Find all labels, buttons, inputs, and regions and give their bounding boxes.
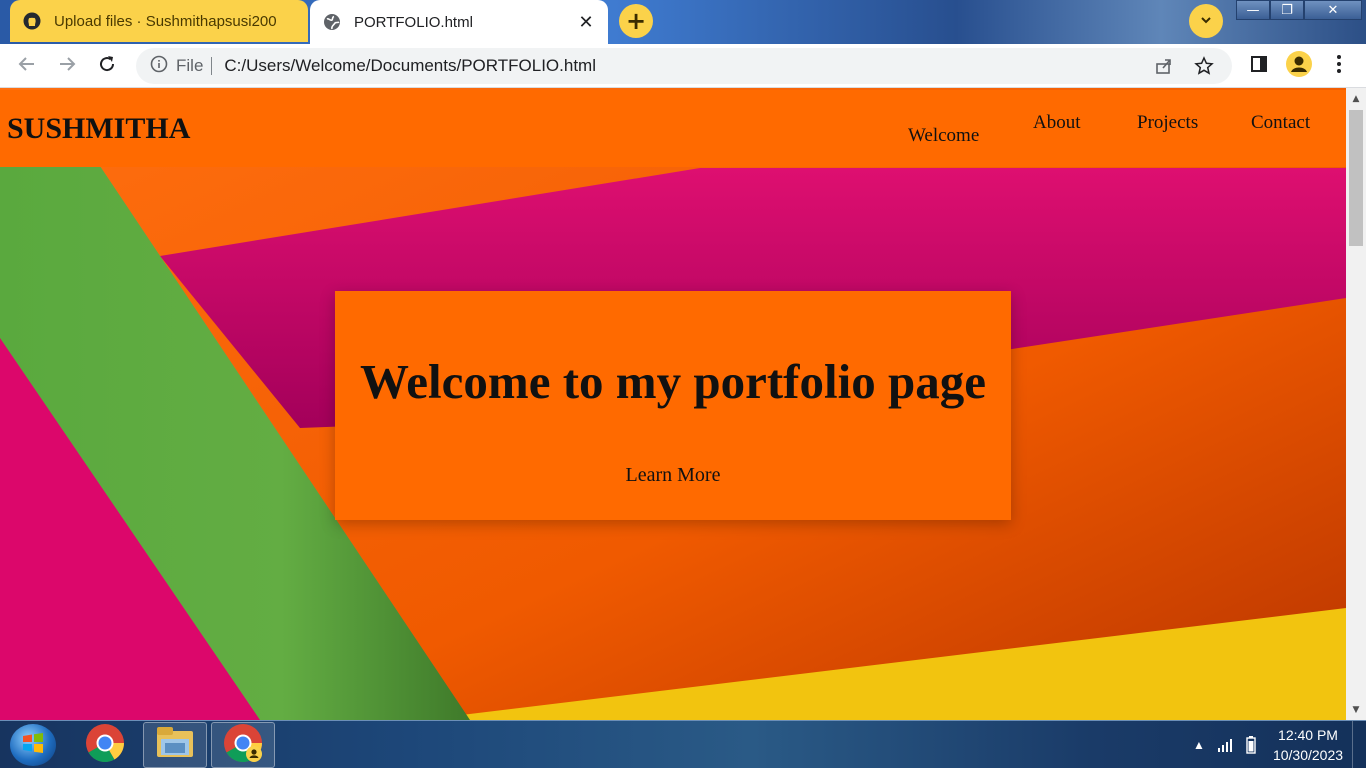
back-button[interactable] xyxy=(13,52,41,80)
address-separator xyxy=(211,57,213,75)
nav-link-projects[interactable]: Projects xyxy=(1137,112,1198,134)
clock-time: 12:40 PM xyxy=(1278,727,1338,743)
bookmark-star-icon[interactable] xyxy=(1190,52,1218,80)
side-panel-button[interactable] xyxy=(1245,52,1273,80)
hero-heading: Welcome to my portfolio page xyxy=(360,354,986,409)
site-info-chip[interactable]: File xyxy=(150,55,203,78)
page-viewport: SUSHMITHA Welcome About Projects Contact… xyxy=(0,88,1346,720)
taskbar-chrome-profile[interactable] xyxy=(211,722,275,768)
site-brand[interactable]: SUSHMITHA xyxy=(7,112,190,146)
nav-link-contact[interactable]: Contact xyxy=(1251,112,1310,134)
chevron-down-icon xyxy=(1199,12,1213,31)
new-tab-button[interactable]: + xyxy=(619,4,653,38)
windows-logo-icon xyxy=(22,732,44,758)
side-panel-icon xyxy=(1249,54,1269,78)
scroll-thumb[interactable] xyxy=(1349,110,1363,246)
tab-strip: Upload files · Sushmithapsusi200 PORTFOL… xyxy=(0,0,1366,44)
start-button[interactable] xyxy=(10,724,56,766)
nav-link-welcome[interactable]: Welcome xyxy=(908,125,979,147)
avatar-icon xyxy=(1286,51,1312,81)
maximize-button[interactable]: ❐ xyxy=(1270,0,1304,20)
profile-button[interactable] xyxy=(1285,51,1313,81)
arrow-right-icon xyxy=(57,54,77,78)
taskbar-chrome[interactable] xyxy=(73,722,137,768)
site-info-label: File xyxy=(176,56,204,75)
system-clock[interactable]: 12:40 PM 10/30/2023 xyxy=(1264,725,1352,765)
show-hidden-icons-icon[interactable]: ▲ xyxy=(1186,738,1212,752)
taskbar: ▲ 12:40 PM 10/30/2023 xyxy=(0,720,1366,768)
arrow-left-icon xyxy=(17,54,37,78)
show-desktop-button[interactable] xyxy=(1352,721,1366,768)
browser-toolbar: File C:/Users/Welcome/Documents/PORTFOLI… xyxy=(0,44,1366,88)
reload-icon xyxy=(97,54,117,78)
kebab-menu-icon xyxy=(1336,54,1342,78)
battery-icon[interactable] xyxy=(1238,736,1264,754)
tab-search-button[interactable] xyxy=(1189,4,1223,38)
network-signal-icon[interactable] xyxy=(1212,738,1238,752)
learn-more-button[interactable]: Learn More xyxy=(626,464,721,487)
globe-icon xyxy=(322,12,342,32)
clock-date: 10/30/2023 xyxy=(1272,747,1344,763)
info-icon xyxy=(150,55,168,78)
page-scrollbar[interactable]: ▲ ▼ xyxy=(1346,88,1366,720)
scroll-up-icon[interactable]: ▲ xyxy=(1346,91,1366,107)
menu-button[interactable] xyxy=(1325,52,1353,80)
github-icon xyxy=(22,11,42,31)
minimize-button[interactable]: — xyxy=(1236,0,1270,20)
close-window-button[interactable]: ✕ xyxy=(1304,0,1362,20)
tab-title: PORTFOLIO.html xyxy=(354,13,473,31)
site-navbar: SUSHMITHA Welcome About Projects Contact xyxy=(0,90,1346,167)
tab-portfolio[interactable]: PORTFOLIO.html ✕ xyxy=(310,0,608,44)
reload-button[interactable] xyxy=(93,52,121,80)
share-icon[interactable] xyxy=(1150,52,1178,80)
hero-card: Welcome to my portfolio page Learn More xyxy=(335,291,1011,520)
forward-button[interactable] xyxy=(53,52,81,80)
chrome-icon xyxy=(85,723,125,767)
system-tray: ▲ 12:40 PM 10/30/2023 xyxy=(1186,721,1366,768)
taskbar-file-explorer[interactable] xyxy=(143,722,207,768)
window-controls: — ❐ ✕ xyxy=(1236,0,1362,22)
nav-link-about[interactable]: About xyxy=(1033,112,1081,134)
chrome-profile-icon xyxy=(223,723,263,767)
folder-icon xyxy=(155,725,195,765)
address-bar[interactable]: File C:/Users/Welcome/Documents/PORTFOLI… xyxy=(136,48,1232,84)
tab-upload-files[interactable]: Upload files · Sushmithapsusi200 xyxy=(10,0,308,42)
tab-title: Upload files · Sushmithapsusi200 xyxy=(54,12,277,30)
url-text[interactable]: C:/Users/Welcome/Documents/PORTFOLIO.htm… xyxy=(224,56,1138,76)
close-tab-icon[interactable]: ✕ xyxy=(576,12,596,33)
scroll-down-icon[interactable]: ▼ xyxy=(1346,702,1366,718)
